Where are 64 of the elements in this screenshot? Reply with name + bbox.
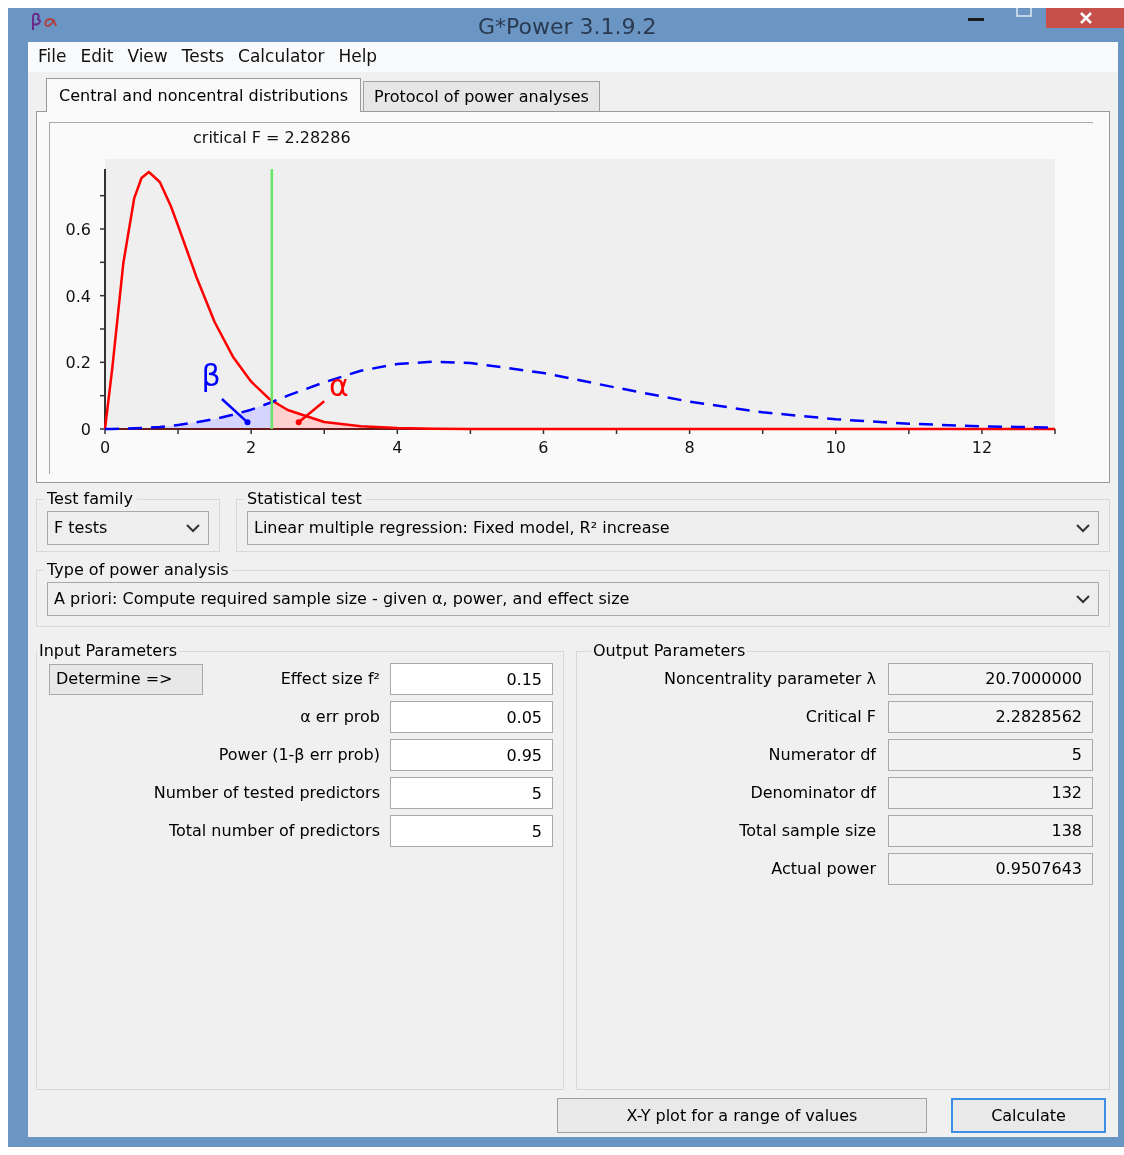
parameter-label: Power (1-β err prob) bbox=[217, 744, 381, 766]
critical-value-label: critical F = 2.28286 bbox=[193, 128, 351, 147]
determine-button[interactable]: Determine => bbox=[49, 663, 203, 695]
menu-item[interactable]: View bbox=[121, 44, 174, 70]
chevron-down-icon bbox=[1076, 594, 1090, 604]
parameter-label: Noncentrality parameter λ bbox=[662, 668, 877, 690]
axis-tick-label: 12 bbox=[971, 438, 993, 457]
pointer-arrow bbox=[295, 400, 326, 426]
parameter-label: Total number of predictors bbox=[167, 820, 381, 842]
menu-item[interactable]: Help bbox=[332, 44, 384, 70]
axis-tick-label: 8 bbox=[684, 438, 695, 457]
output-field: 0.9507643 bbox=[888, 853, 1093, 885]
group-title: Input Parameters bbox=[38, 640, 179, 662]
menu-item[interactable]: Edit bbox=[74, 44, 120, 70]
menu-item[interactable]: File bbox=[32, 44, 73, 70]
parameter-label: Critical F bbox=[804, 706, 877, 728]
axis-tick-label: 10 bbox=[825, 438, 846, 457]
input-field[interactable]: 0.95 bbox=[390, 739, 553, 771]
window-title: G*Power 3.1.9.2 bbox=[478, 13, 657, 41]
input-field[interactable]: 5 bbox=[390, 777, 553, 809]
chevron-down-icon bbox=[1076, 523, 1090, 533]
output-field: 20.7000000 bbox=[888, 663, 1093, 695]
output-field: 138 bbox=[888, 815, 1093, 847]
axis-tick-label: 0.6 bbox=[65, 220, 91, 239]
axis-tick-label: 6 bbox=[538, 438, 549, 457]
tab[interactable]: Central and noncentral distributions bbox=[46, 78, 362, 112]
axis-tick-label: 0 bbox=[99, 438, 111, 457]
input-field[interactable]: 0.05 bbox=[390, 701, 553, 733]
close-icon bbox=[1080, 12, 1092, 24]
pointer-arrow bbox=[221, 398, 251, 426]
close-button[interactable] bbox=[1046, 8, 1124, 28]
parameter-label: Effect size f² bbox=[279, 668, 381, 690]
parameter-label: Numerator df bbox=[767, 744, 878, 766]
parameter-label: α err prob bbox=[299, 706, 381, 728]
axis-tick-label: 0.4 bbox=[65, 286, 91, 306]
test-family-dropdown[interactable]: F tests bbox=[47, 511, 209, 545]
parameter-label: Total sample size bbox=[738, 820, 877, 842]
tab[interactable]: Protocol of power analyses bbox=[363, 81, 600, 111]
action-button[interactable]: X-Y plot for a range of values bbox=[557, 1098, 927, 1133]
axis-tick-label: 4 bbox=[392, 438, 403, 457]
group-title: Statistical test bbox=[246, 488, 363, 510]
parameter-label: Number of tested predictors bbox=[152, 782, 381, 804]
app-icon bbox=[30, 12, 58, 32]
parameter-label: Actual power bbox=[770, 858, 877, 880]
statistical-test-dropdown[interactable]: Linear multiple regression: Fixed model, R² increase bbox=[247, 511, 1099, 545]
output-field: 132 bbox=[888, 777, 1093, 809]
group-title: Test family bbox=[46, 488, 134, 510]
input-field[interactable]: 0.15 bbox=[390, 663, 553, 695]
power-analysis-dropdown[interactable]: A priori: Compute required sample size - given α, power, and effect size bbox=[47, 582, 1099, 616]
axis-tick-label: 0 bbox=[80, 420, 91, 439]
menu-item[interactable]: Calculator bbox=[232, 44, 331, 70]
area-label: β bbox=[201, 357, 221, 393]
axis-tick-label: 0.2 bbox=[65, 353, 91, 373]
input-field[interactable]: 5 bbox=[390, 815, 553, 847]
action-button[interactable]: Calculate bbox=[951, 1098, 1106, 1133]
group-title: Type of power analysis bbox=[46, 559, 230, 581]
group-title: Output Parameters bbox=[592, 640, 747, 662]
chevron-down-icon bbox=[186, 523, 200, 533]
output-field: 5 bbox=[888, 739, 1093, 771]
output-field: 2.2828562 bbox=[888, 701, 1093, 733]
area-label: α bbox=[328, 367, 349, 403]
parameter-label: Denominator df bbox=[749, 782, 878, 804]
axis-tick-label: 2 bbox=[246, 438, 257, 457]
menu-item[interactable]: Tests bbox=[175, 44, 231, 70]
